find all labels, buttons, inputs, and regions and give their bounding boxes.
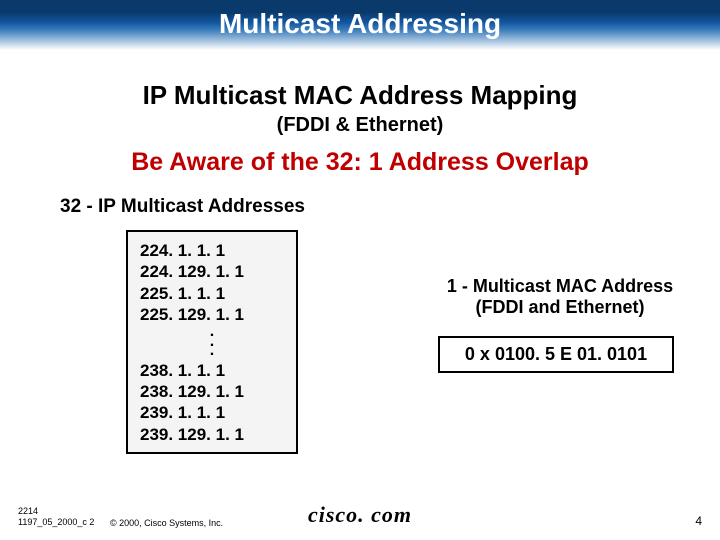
page-number: 4 (695, 514, 702, 528)
footer-brand: cisco. com (0, 502, 720, 528)
ellipsis-dots: . . . (140, 327, 284, 356)
warning-text: Be Aware of the 32: 1 Address Overlap (0, 148, 720, 177)
ip-list-bottom: 238. 1. 1. 1 238. 129. 1. 1 239. 1. 1. 1… (140, 360, 284, 445)
mac-section-label: 1 - Multicast MAC Address (FDDI and Ethe… (430, 276, 690, 318)
slide-title: Multicast Addressing (0, 8, 720, 40)
mac-address-box: 0 x 0100. 5 E 01. 0101 (438, 336, 674, 373)
ip-list-top: 224. 1. 1. 1 224. 129. 1. 1 225. 1. 1. 1… (140, 240, 284, 325)
ip-section-label: 32 - IP Multicast Addresses (60, 196, 305, 218)
footer: 2214 1197_05_2000_c 2 © 2000, Cisco Syst… (0, 506, 720, 534)
subtitle-main: IP Multicast MAC Address Mapping (0, 80, 720, 111)
ip-address-box: 224. 1. 1. 1 224. 129. 1. 1 225. 1. 1. 1… (126, 230, 298, 454)
subtitle-paren: (FDDI & Ethernet) (0, 114, 720, 137)
